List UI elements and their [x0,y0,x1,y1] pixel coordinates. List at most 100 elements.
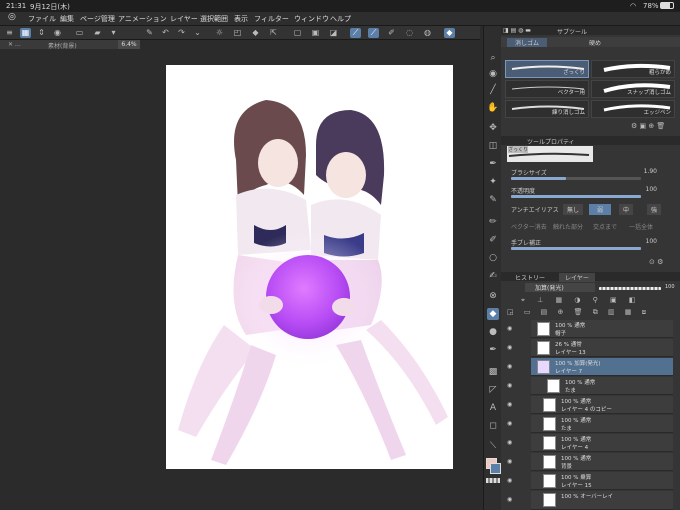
antialias-strong[interactable]: 強 [647,204,662,215]
stabilization-slider[interactable] [511,247,641,250]
visibility-icon[interactable]: ◉ [507,458,515,465]
fill-icon[interactable]: ◆ [250,28,261,38]
lasso-icon[interactable]: ◌ [404,28,415,38]
erase-all-option[interactable]: 一括全体 [629,222,653,231]
pen-ruler2-icon[interactable]: ⟋ [368,28,379,38]
eraser-tool-icon[interactable]: ◆ [487,308,499,320]
circle-icon[interactable]: ○ [487,252,499,264]
visibility-icon[interactable]: ◉ [507,363,515,370]
menu-animation[interactable]: アニメーション [118,14,167,24]
pencil-icon[interactable]: ✏ [487,216,499,228]
open-folder-icon[interactable]: ▰ [92,28,103,38]
layer-row[interactable]: ◉ 26 % 通常 レイヤー 13 [507,339,673,357]
visibility-icon[interactable]: ◉ [507,325,515,332]
menu-window[interactable]: ウィンドウ [294,14,329,24]
layer-row[interactable]: ◉ 100 % 通常 たま [507,415,673,433]
select-icon[interactable]: ◫ [487,140,499,152]
brush-item[interactable]: ベクター用 [505,80,589,98]
arrows-icon[interactable]: ⇕ [36,28,47,38]
dropper-icon[interactable]: ✒ [487,158,499,170]
sub-color-swatch[interactable] [490,463,501,474]
app-logo-icon[interactable]: ◎ [8,12,16,22]
brush-icon[interactable]: ✐ [386,28,397,38]
transparent-color-icon[interactable] [486,478,500,483]
pen-icon[interactable]: ✎ [487,194,499,206]
visibility-icon[interactable]: ◉ [507,496,515,503]
gradient-icon[interactable]: ▩ [487,366,499,378]
line-icon[interactable]: ╱ [487,84,499,96]
layer-row[interactable]: ◉ 100 % オーバーレイ [507,491,673,510]
save-icon[interactable]: ▾ [108,28,119,38]
subtool-actions-icons[interactable]: ⚙ ▣ ⊕ 🗑 [631,122,665,130]
brush-item[interactable]: 粗らかめ [591,60,675,78]
layer-row[interactable]: ◉ 100 % 通常 レイヤー 4 のコピー [507,396,673,414]
new-file-icon[interactable]: ▭ [74,28,85,38]
brush-item[interactable]: ざっくり [505,60,589,78]
layer-actions-icons[interactable]: ◲ ▭ ▤ ⊕ 🗑 ⧉ ▥ ▦ ⧈ [507,308,650,317]
tab-eraser[interactable]: 消しゴム [507,38,548,47]
stamp-icon[interactable]: ✍ [487,270,499,282]
menu-file[interactable]: ファイル [28,14,56,24]
to-intersection-option[interactable]: 交点まで [593,222,617,231]
visibility-icon[interactable]: ◉ [507,382,515,389]
menu-layer[interactable]: レイヤー [170,14,198,24]
menu-filter[interactable]: フィルター [254,14,289,24]
zoom-icon[interactable]: ⌕ [487,52,499,64]
property-settings-icons[interactable]: ⊙ ⚙ [649,258,663,266]
subtool-tab[interactable]: サブツール [557,27,587,36]
figure-icon[interactable]: ◸ [487,384,499,396]
layer-row[interactable]: ◉ 100 % 乗算 レイヤー 15 [507,472,673,490]
brush-size-slider[interactable] [511,177,641,180]
redo-icon[interactable]: ↷ [176,28,187,38]
opacity-row[interactable]: 不透明度 100 [507,186,675,198]
visibility-icon[interactable]: ◉ [507,420,515,427]
visibility-icon[interactable]: ◉ [507,344,515,351]
ruler-icon[interactable]: ⟍ [487,440,499,452]
chevron-icon[interactable]: ⌄ [192,28,203,38]
layer-folder-row[interactable]: ◉ 100 % 通常 背景 [507,453,673,471]
transform-icon[interactable]: ⇱ [268,28,279,38]
layer-tools-icons[interactable]: ⌖ ⊥ ▦ ◑ ⚲ ▣ ◧ [521,296,640,305]
antialias-none[interactable]: 無し [563,204,584,215]
menu-view[interactable]: 表示 [234,14,248,24]
opacity-slider[interactable] [511,195,641,198]
brush-tool-icon[interactable]: ✐ [487,234,499,246]
antialias-medium[interactable]: 中 [619,204,634,215]
swirl-icon[interactable]: ◉ [487,68,499,80]
canvas-icon[interactable]: ▦ [20,28,31,38]
layer-opacity-slider[interactable] [599,287,661,290]
blur-icon[interactable]: ◍ [422,28,433,38]
undo-icon[interactable]: ↶ [160,28,171,38]
touched-part-option[interactable]: 触れた部分 [553,222,583,231]
deselect-icon[interactable]: ▣ [310,28,321,38]
pen2-icon[interactable]: ✒ [487,344,499,356]
wand-icon[interactable]: ✦ [487,176,499,188]
eye-icon[interactable]: ◉ [52,28,63,38]
sun-icon[interactable]: ☼ [214,28,225,38]
visibility-icon[interactable]: ◉ [507,439,515,446]
document-canvas[interactable] [166,65,453,469]
menu-selection[interactable]: 選択範囲 [200,14,228,24]
crop-icon[interactable]: ◰ [232,28,243,38]
tab-history[interactable]: ヒストリー [515,273,545,282]
vector-erase-label[interactable]: ベクター消去 [511,222,547,231]
menu-help[interactable]: ヘルプ [330,14,351,24]
menu-page[interactable]: ページ管理 [80,14,115,24]
blend-icon[interactable]: ⊗ [487,290,499,302]
pen-ruler-icon[interactable]: ⟋ [350,28,361,38]
select-rect-icon[interactable]: ▢ [292,28,303,38]
menu-edit[interactable]: 編集 [60,14,74,24]
layer-row[interactable]: ◉ 100 % 通常 レイヤー 4 [507,434,673,452]
invert-icon[interactable]: ◪ [328,28,339,38]
balloon-icon[interactable]: ◻ [487,420,499,432]
menu-toggle-icon[interactable]: ≡ [4,28,15,38]
hand-icon[interactable]: ✋ [487,102,499,114]
eraser-icon[interactable]: ◆ [444,28,455,38]
layer-row[interactable]: ◉ 100 % 通常 帽子 [507,320,673,338]
brush-item[interactable]: 練り消しゴム [505,100,589,118]
brush-item[interactable]: スナップ消しゴム [591,80,675,98]
brush-item[interactable]: エッジペン [591,100,675,118]
layer-row-selected[interactable]: ◉ 100 % 加算(発光) レイヤー 7 [507,358,673,376]
eyedropper-icon[interactable]: ✎ [144,28,155,38]
layer-folder-row[interactable]: ◉ 100 % 通常 たま [507,377,673,395]
